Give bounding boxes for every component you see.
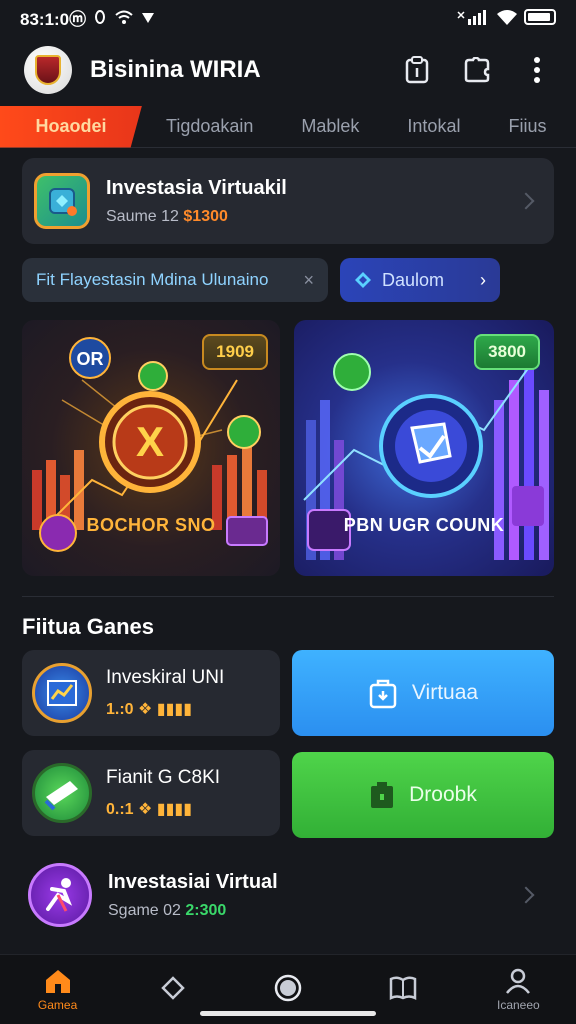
- card-subtitle: Saume 12 $1300: [106, 208, 287, 226]
- nav-library[interactable]: [363, 975, 443, 1004]
- status-bar: 83:1:0ⓜ: [0, 0, 576, 34]
- banner-caption: PBN UGR COUNK: [343, 515, 505, 535]
- nav-profile-label: Icaneeo: [496, 998, 540, 1012]
- nav-tags[interactable]: [133, 974, 213, 1005]
- cube-icon: [49, 188, 77, 216]
- home-icon: [45, 970, 70, 993]
- deposit-button-label: Droobk: [409, 783, 477, 806]
- banner-coin-glyph: X: [136, 418, 164, 465]
- location-icon: [142, 13, 155, 23]
- list-item-value: 2:300: [185, 901, 227, 919]
- puzzle-icon[interactable]: [462, 55, 492, 85]
- section-title: Fiitua Ganes: [22, 614, 155, 639]
- promo-banner-blue[interactable]: 3800 PBN UGR COUNK: [294, 320, 554, 576]
- coin-badge: 1909: [202, 334, 268, 370]
- tab-local[interactable]: Intokal: [383, 106, 484, 148]
- promo-banner-gold[interactable]: X OR 1909 BOCHOR SNO: [22, 320, 280, 576]
- game-thumbnail: [32, 663, 92, 723]
- game-title: Fianit G C8KI: [106, 767, 221, 788]
- clipboard-icon[interactable]: [402, 55, 432, 85]
- nav-games[interactable]: Gamea: [18, 967, 98, 1012]
- list-item-subtitle-text: Sgame 02: [108, 901, 181, 919]
- chevron-right-icon: ›: [480, 269, 486, 290]
- wifi-icon: [115, 10, 133, 24]
- tab-files[interactable]: Fiius: [484, 106, 570, 148]
- chevron-right-icon: [517, 886, 535, 904]
- game-card[interactable]: Inveskiral UNI 1.:0 ❖ ▮▮▮▮: [22, 650, 280, 736]
- grid-chart-icon: [47, 680, 77, 706]
- chevron-right-icon: [517, 192, 535, 210]
- card-title: Investasia Virtuakil: [106, 176, 287, 199]
- card-value: $1300: [183, 207, 228, 225]
- list-item-title: Investasiai Virtual: [108, 870, 278, 893]
- filter-chip-label: Fit Flayestasin Mdina Ulunaino: [36, 270, 269, 289]
- home-indicator[interactable]: [200, 1011, 376, 1016]
- list-item[interactable]: Investasiai Virtual Sgame 02 2:300: [22, 850, 554, 940]
- list-item-thumbnail: [28, 863, 92, 927]
- deposit-button[interactable]: Droobk: [292, 752, 554, 838]
- investment-thumbnail: [34, 173, 90, 229]
- filter-chip[interactable]: Fit Flayestasin Mdina Ulunaino ×: [22, 258, 328, 302]
- paper-stack-icon: [44, 781, 78, 811]
- filter-button[interactable]: Daulom ›: [340, 258, 500, 302]
- circle-icon: [274, 974, 302, 1002]
- app-logo[interactable]: [24, 46, 72, 94]
- runner-icon: [46, 878, 73, 912]
- bag-icon: [369, 679, 397, 709]
- battery-icon: [524, 9, 556, 25]
- tag-icon: [161, 976, 185, 1000]
- game-title: Inveskiral UNI: [106, 667, 225, 688]
- app-bar: Bisinina WIRIA: [0, 40, 576, 100]
- nav-games-label: Gamea: [37, 998, 78, 1012]
- app-title: Bisinina WIRIA: [90, 56, 261, 83]
- shield-icon: [35, 55, 61, 85]
- alarm-icon: [95, 10, 106, 24]
- filter-button-label: Daulom: [382, 269, 445, 290]
- featured-investment-card[interactable]: Investasia Virtuakil Saume 12 $1300: [22, 158, 554, 244]
- virtual-button[interactable]: Virtuaa: [292, 650, 554, 736]
- status-time: 83:1:0ⓜ: [20, 9, 87, 29]
- signal-icon: [457, 10, 486, 25]
- banner-caption: BOCHOR SNO: [86, 515, 216, 535]
- more-menu-icon[interactable]: [522, 55, 552, 85]
- tab-bar: Hoaodei Tigdoakain Mablek Intokal Fiius: [0, 105, 576, 148]
- game-card[interactable]: Fianit G C8KI 0.:1 ❖ ▮▮▮▮: [22, 750, 280, 836]
- game-thumbnail: [32, 763, 92, 823]
- game-meta: 0.:1 ❖ ▮▮▮▮: [106, 801, 193, 818]
- list-item-subtitle: Sgame 02 2:300: [108, 902, 278, 920]
- tab-discover[interactable]: Tigdoakain: [142, 106, 277, 148]
- game-meta: 1.:0 ❖ ▮▮▮▮: [106, 701, 193, 718]
- tab-market[interactable]: Mablek: [277, 106, 383, 148]
- banner-or-label: OR: [77, 349, 104, 369]
- virtual-button-label: Virtuaa: [411, 681, 479, 704]
- profile-icon: [506, 968, 531, 994]
- tab-home[interactable]: Hoaodei: [0, 105, 142, 148]
- card-subtitle-text: Saume 12: [106, 207, 179, 225]
- section-divider: [22, 596, 554, 597]
- close-icon[interactable]: ×: [303, 270, 314, 291]
- book-icon: [389, 976, 417, 1001]
- diamond-icon: [355, 272, 371, 288]
- wifi-icon: [497, 10, 517, 25]
- nav-center[interactable]: [248, 973, 328, 1006]
- nav-profile[interactable]: Icaneeo: [478, 967, 558, 1012]
- coin-badge: 3800: [474, 334, 540, 370]
- wallet-icon: [371, 782, 394, 808]
